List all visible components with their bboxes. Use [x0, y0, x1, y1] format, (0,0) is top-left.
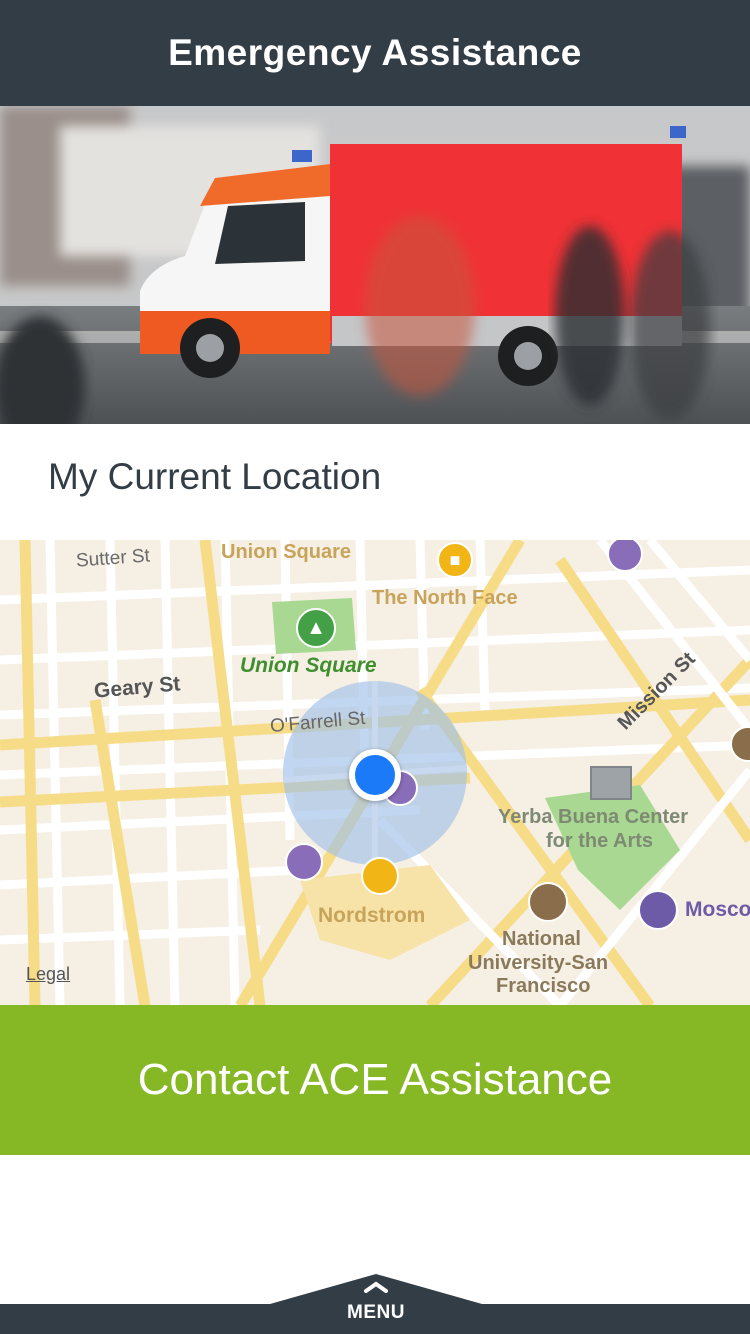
app-header: Emergency Assistance	[0, 0, 750, 106]
poi-label-yerba-buena-2[interactable]: for the Arts	[546, 830, 653, 853]
shopping-bag-icon[interactable]: ■	[437, 542, 473, 578]
stadium-icon[interactable]	[638, 890, 678, 930]
menu-label: MENU	[347, 1302, 405, 1323]
ambulance-photo	[0, 106, 750, 424]
park-label-union-square[interactable]: Union Square	[240, 654, 377, 678]
poi-label-national-3[interactable]: Francisco	[496, 975, 590, 998]
poi-label-yerba-buena-1[interactable]: Yerba Buena Center	[498, 806, 688, 829]
location-map[interactable]: Sutter St Union Square ■ The North Face …	[0, 540, 750, 1006]
park-tree-icon[interactable]: ▲	[296, 608, 336, 648]
page-title: Emergency Assistance	[168, 32, 582, 73]
hero-image	[0, 106, 750, 424]
contact-assistance-button[interactable]: Contact ACE Assistance	[0, 1005, 750, 1155]
graduation-cap-icon[interactable]	[528, 882, 568, 922]
poi-label-north-face[interactable]: The North Face	[372, 587, 518, 610]
shopping-bag-icon-nordstrom[interactable]	[361, 857, 399, 895]
current-location-dot	[349, 749, 401, 801]
poi-label-nordstrom[interactable]: Nordstrom	[318, 904, 425, 928]
poi-label-national-2[interactable]: University-San	[468, 952, 608, 975]
poi-label-union-square[interactable]: Union Square	[221, 541, 351, 564]
transit-icon-powell[interactable]	[285, 843, 323, 881]
poi-label-moscone[interactable]: Mosco	[685, 898, 750, 922]
map-legal-link[interactable]: Legal	[26, 964, 70, 985]
building-icon[interactable]	[590, 766, 632, 800]
menu-button[interactable]: MENU	[270, 1274, 482, 1334]
poi-label-national-1[interactable]: National	[502, 928, 581, 951]
location-heading: My Current Location	[48, 456, 382, 497]
